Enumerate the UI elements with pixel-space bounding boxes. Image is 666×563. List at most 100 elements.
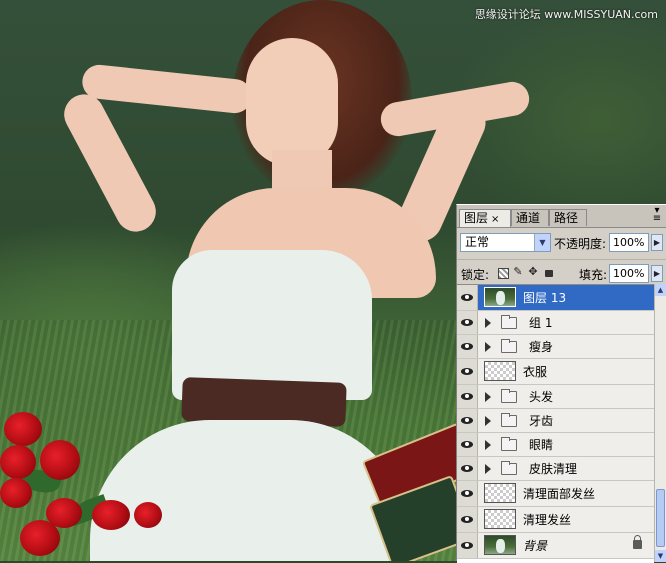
fill-slider-arrow-icon[interactable]: ▶ [651,265,663,282]
layer-name: 头发 [529,389,554,404]
layer-thumbnail [484,483,516,503]
visibility-toggle[interactable] [457,481,478,506]
layer-row[interactable]: 清理发丝 [457,507,654,533]
tab-layers-label: 图层 [464,211,489,225]
visibility-toggle[interactable] [457,359,478,384]
panel-tab-bar: 图层 × 通道 路径 ▾ ≡ [457,205,666,228]
expand-triangle-icon[interactable] [485,341,491,352]
close-icon[interactable]: × [491,214,499,225]
layer-thumbnail [484,287,516,307]
eye-icon [461,318,473,327]
layer-name: 清理面部发丝 [523,486,596,501]
visibility-toggle[interactable] [457,285,478,310]
eye-icon [461,464,473,473]
tab-channels[interactable]: 通道 [511,209,549,226]
layer-thumbnail [484,361,516,381]
visibility-toggle[interactable] [457,311,478,334]
folder-icon [501,436,517,451]
layer-name: 背景 [523,538,548,553]
layers-panel[interactable]: 图层 × 通道 路径 ▾ ≡ 正常 ▼ 不透明度: 100% ▶ 锁定: ✎ ✥ 填… [456,204,666,563]
expand-triangle-icon[interactable] [485,439,491,450]
rose [0,478,32,508]
folder-icon [501,314,517,329]
layer-name: 皮肤清理 [529,461,578,476]
blend-opacity-row: 正常 ▼ 不透明度: 100% ▶ [457,230,666,256]
layer-list-scrollbar[interactable]: ▲ ▼ [654,284,666,562]
layer-row[interactable]: 头发 [457,385,654,409]
opacity-input[interactable]: 100% [609,233,649,252]
opacity-label: 不透明度: [554,237,607,251]
visibility-toggle[interactable] [457,457,478,480]
lock-image-pixels-icon[interactable]: ✎ [512,266,524,278]
rose [0,445,36,479]
expand-triangle-icon[interactable] [485,391,491,402]
layer-name: 牙齿 [529,413,554,428]
scroll-down-icon[interactable]: ▼ [655,550,666,562]
layer-row[interactable]: 眼睛 [457,433,654,457]
opacity-slider-arrow-icon[interactable]: ▶ [651,234,663,251]
layer-row[interactable]: 衣服 [457,359,654,385]
lock-icon [633,534,642,549]
eye-icon [461,367,473,376]
layer-name: 瘦身 [529,339,554,354]
visibility-toggle[interactable] [457,385,478,408]
rose [4,412,42,446]
visibility-toggle[interactable] [457,433,478,456]
layer-thumbnail [484,535,516,555]
tab-channels-label: 通道 [516,211,541,225]
chevron-down-icon[interactable]: ▼ [534,234,550,251]
eye-icon [461,515,473,524]
expand-triangle-icon[interactable] [485,415,491,426]
tab-paths-label: 路径 [554,211,579,225]
layer-name: 清理发丝 [523,512,572,527]
eye-icon [461,392,473,401]
blend-mode-value: 正常 [465,235,490,249]
lock-all-icon[interactable] [543,266,555,278]
layer-row[interactable]: 瘦身 [457,335,654,359]
layer-row[interactable]: 图层 13 [457,285,654,311]
face [246,38,338,166]
rose [92,500,130,530]
layer-row[interactable]: 皮肤清理 [457,457,654,481]
folder-icon [501,388,517,403]
watermark: 思缘设计论坛 www.MISSYUAN.com [474,8,658,21]
tab-layers[interactable]: 图层 × [459,209,511,227]
lock-label: 锁定: [461,268,490,282]
folder-icon [501,412,517,427]
folder-icon [501,460,517,475]
layer-name: 眼睛 [529,437,554,452]
scroll-up-icon[interactable]: ▲ [655,284,666,296]
visibility-toggle[interactable] [457,507,478,532]
layer-name: 衣服 [523,364,548,379]
left-arm [80,63,254,115]
left-forearm [57,87,163,239]
blend-mode-select[interactable]: 正常 ▼ [460,233,551,252]
lock-transparent-pixels-icon[interactable] [498,268,509,279]
rose [20,520,60,556]
panel-menu-icon[interactable]: ▾ ≡ [651,206,663,224]
rose [40,440,80,480]
lock-fill-row: 锁定: ✎ ✥ 填充: 100% ▶ [457,259,666,286]
eye-icon [461,293,473,302]
visibility-toggle[interactable] [457,533,478,558]
eye-icon [461,489,473,498]
layer-list[interactable]: 图层 13 组 1 瘦身 衣服 头发 牙齿 眼睛 皮肤清理 清理面部发丝 清理发… [457,284,654,563]
layer-row[interactable]: 清理面部发丝 [457,481,654,507]
layer-row[interactable]: 背景 [457,533,654,559]
scrollbar-thumb[interactable] [656,489,665,547]
layer-row[interactable]: 牙齿 [457,409,654,433]
tab-paths[interactable]: 路径 [549,209,587,226]
layer-thumbnail [484,509,516,529]
visibility-toggle[interactable] [457,409,478,432]
eye-icon [461,440,473,449]
layer-name: 组 1 [529,315,553,330]
expand-triangle-icon[interactable] [485,317,491,328]
rose [134,502,162,528]
visibility-toggle[interactable] [457,335,478,358]
expand-triangle-icon[interactable] [485,463,491,474]
layer-name: 图层 13 [523,290,567,305]
layer-row[interactable]: 组 1 [457,311,654,335]
fill-label: 填充: [579,268,608,282]
fill-input[interactable]: 100% [609,264,649,283]
lock-position-icon[interactable]: ✥ [527,266,539,278]
